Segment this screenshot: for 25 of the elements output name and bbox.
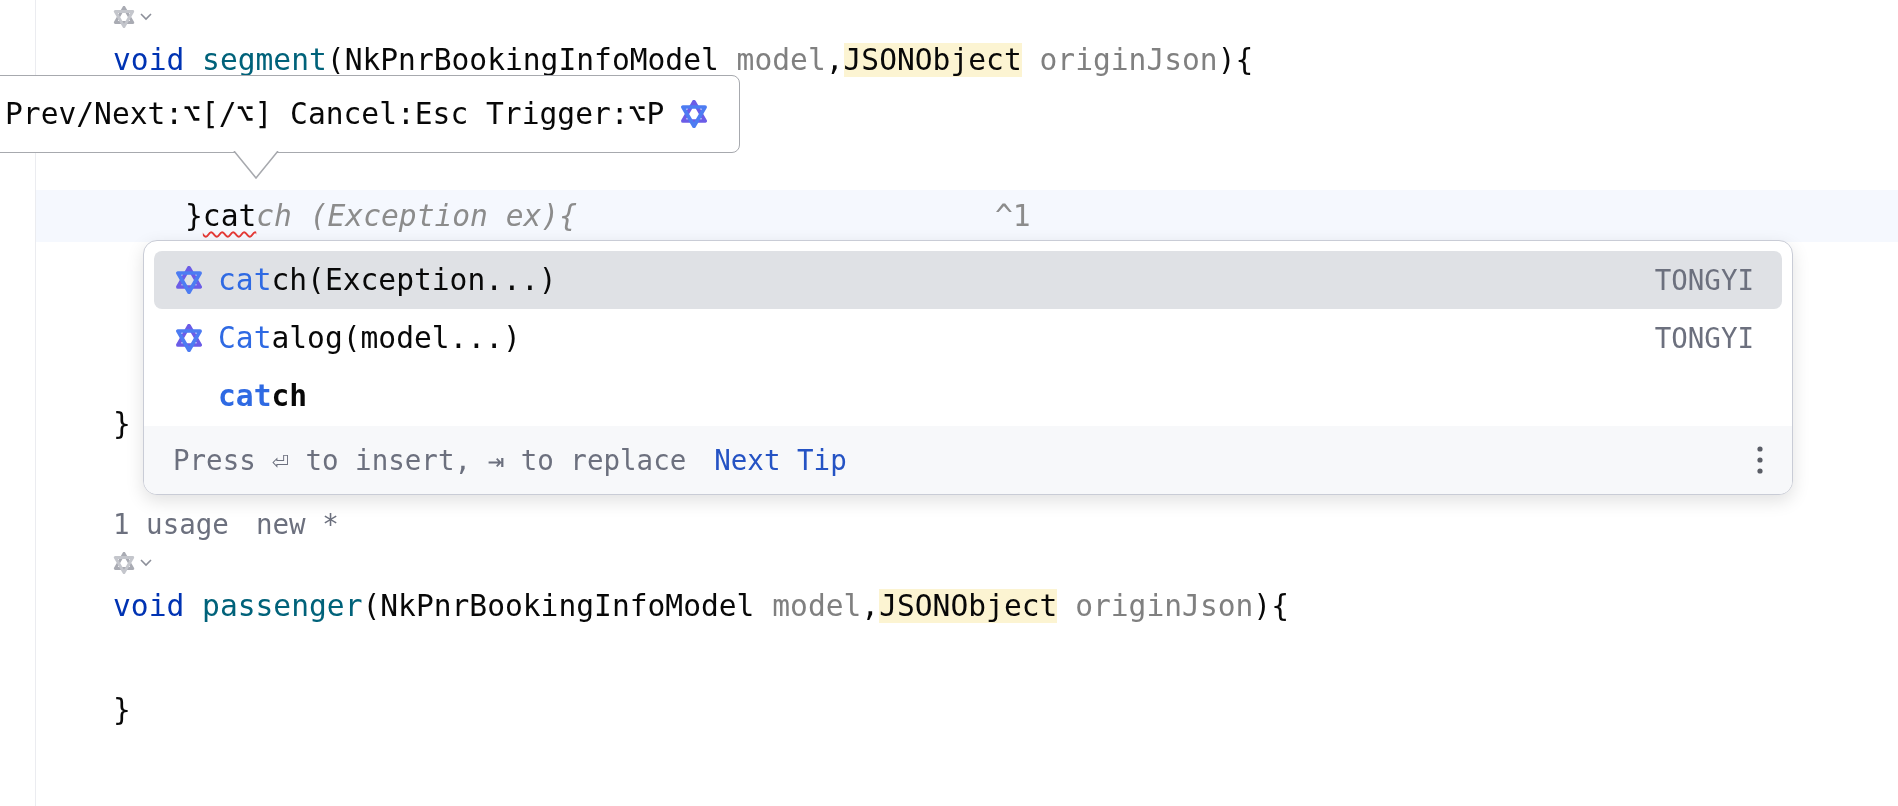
code-text: void segment(NkPnrBookingInfoModel model,JSONObject originJson){ <box>113 43 1254 77</box>
star-icon <box>175 266 203 294</box>
more-icon[interactable] <box>1756 445 1764 475</box>
chevron-down-icon[interactable] <box>139 12 153 22</box>
code-text: void passenger(NkPnrBookingInfoModel model,JSONObject originJson){ <box>113 589 1289 623</box>
chevron-down-icon[interactable] <box>139 558 153 568</box>
next-tip-link[interactable]: Next Tip <box>714 444 847 476</box>
completion-item[interactable]: catch(Exception...) TONGYI <box>154 251 1782 309</box>
code-text: }cat <box>185 199 257 233</box>
code-text: } <box>113 407 131 441</box>
inline-suggestion: ch (Exception ex){ <box>256 199 577 233</box>
completion-item[interactable]: catch <box>154 367 1782 425</box>
star-icon <box>175 324 203 352</box>
completion-item[interactable]: Catalog(model...) TONGYI <box>154 309 1782 367</box>
tooltip-text: Prev/Next:⌥[/⌥] Cancel:Esc Trigger:⌥P <box>5 97 665 131</box>
source-label: TONGYI <box>1654 264 1754 296</box>
star-icon[interactable] <box>113 552 135 574</box>
star-icon[interactable] <box>113 6 135 28</box>
usage-hint[interactable]: 1 usage <box>113 508 229 540</box>
shortcut-hint: ^1 <box>995 199 1031 233</box>
source-label: TONGYI <box>1654 322 1754 354</box>
code-text: } <box>113 693 131 727</box>
author-hint[interactable]: new * <box>255 508 339 540</box>
star-icon <box>680 100 709 128</box>
footer-hint: Press ⏎ to insert, ⇥ to replace <box>173 444 687 476</box>
